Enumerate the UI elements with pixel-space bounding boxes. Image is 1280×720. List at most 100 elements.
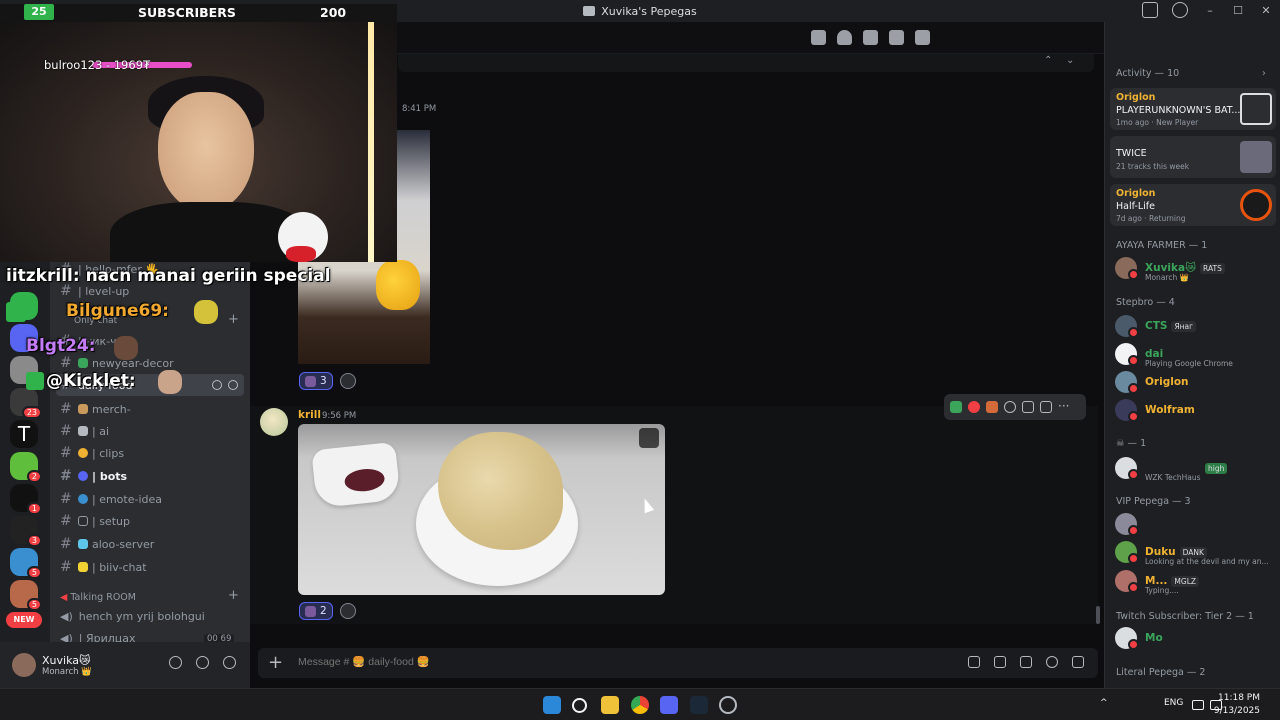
album-art-icon — [1240, 141, 1272, 173]
voice-category[interactable]: ◀ Talking ROOM — [60, 592, 136, 603]
message-timestamp: 9:56 PM — [322, 411, 357, 421]
member-row[interactable]: Mo — [1115, 626, 1163, 650]
chrome-icon[interactable] — [631, 696, 649, 714]
members-icon[interactable] — [889, 30, 904, 45]
member-row[interactable]: Wolfram — [1115, 398, 1195, 422]
message-input[interactable] — [298, 656, 798, 668]
headphones-icon[interactable] — [196, 656, 209, 669]
avatar — [1115, 399, 1139, 422]
app-icon[interactable] — [719, 696, 737, 714]
activity-title: Half-Life — [1116, 201, 1155, 212]
badge-icon — [26, 372, 44, 390]
pin-icon[interactable] — [863, 30, 878, 45]
voice-channel-hench[interactable]: ◀) hench ym yrij bolohgui — [60, 610, 205, 623]
threads-icon[interactable] — [811, 30, 826, 45]
settings-icon[interactable] — [228, 380, 238, 390]
server-icon-8[interactable]: 3 — [10, 516, 42, 547]
message-image[interactable] — [298, 424, 665, 595]
activity-card[interactable]: Origlon Half-Life 7d ago · Returning — [1110, 184, 1276, 226]
chevron-down-icon[interactable]: ⌄ — [1066, 55, 1074, 66]
server-icon-9[interactable]: 5 — [10, 548, 42, 579]
reaction-chip[interactable]: 3 — [299, 372, 333, 390]
windows-start-icon[interactable] — [543, 696, 561, 714]
wifi-icon[interactable] — [1192, 700, 1204, 710]
microphone-icon[interactable] — [169, 656, 182, 669]
gif-icon[interactable] — [994, 656, 1006, 668]
file-explorer-icon[interactable] — [601, 696, 619, 714]
message-author[interactable]: krill — [298, 409, 321, 421]
discord-icon[interactable] — [660, 696, 678, 714]
channel-aloo-server[interactable]: # aloo-server — [50, 533, 250, 555]
language-indicator[interactable]: ENG — [1164, 698, 1183, 708]
channel-clips[interactable]: # | clips — [50, 442, 250, 464]
avatar[interactable] — [260, 408, 288, 436]
inbox-icon[interactable] — [915, 30, 930, 45]
reply-icon[interactable] — [1022, 401, 1034, 413]
member-row[interactable]: CTS Янаг — [1115, 314, 1197, 338]
member-row[interactable]: dai Playing Google Chrome — [1115, 342, 1233, 368]
channel-ai[interactable]: # | ai — [50, 420, 250, 442]
gear-icon[interactable] — [223, 656, 236, 669]
steam-icon[interactable] — [690, 696, 708, 714]
new-servers-pill[interactable]: NEW — [6, 612, 42, 628]
channel-biiv-chat[interactable]: # | biiv-chat — [50, 556, 250, 578]
forward-icon[interactable] — [1040, 401, 1052, 413]
close-button[interactable]: ✕ — [1252, 0, 1280, 22]
clock[interactable]: 11:18 PM 9/13/2025 — [1214, 692, 1260, 718]
activity-header[interactable]: Activity — 10 › — [1116, 68, 1266, 79]
minimize-button[interactable]: – — [1196, 0, 1224, 22]
upload-plus-icon[interactable]: + — [268, 652, 283, 673]
add-reaction-icon[interactable] — [340, 603, 356, 619]
overlay-chat-user: Blgt24: — [26, 336, 96, 356]
channel-emote-idea[interactable]: # | emote-idea — [50, 488, 250, 510]
jump-to-present-bar[interactable]: ⌃ ⌄ — [398, 54, 1094, 72]
add-reaction-icon[interactable] — [1004, 401, 1016, 413]
member-row[interactable]: Origlon — [1115, 370, 1189, 394]
message-author-name[interactable]: krill — [298, 409, 321, 421]
server-icon-7[interactable]: 1 — [10, 484, 42, 515]
frog-emoji-icon[interactable] — [950, 401, 962, 413]
image-apps-icon[interactable] — [639, 428, 659, 448]
more-icon[interactable]: ··· — [1058, 400, 1070, 413]
member-row[interactable]: Duku DANK Looking at the devil and my an… — [1115, 540, 1269, 566]
add-member-icon[interactable] — [212, 380, 222, 390]
reaction-chip[interactable]: 2 — [299, 602, 333, 620]
clock-time: 11:18 PM — [1218, 693, 1260, 703]
activity-card[interactable]: Origlon PLAYERUNKNOWN'S BAT... 1mo ago ·… — [1110, 88, 1276, 130]
server-icon-10[interactable]: 5 — [10, 580, 42, 611]
chevron-up-icon[interactable]: ⌃ — [1044, 55, 1052, 66]
member-row[interactable]: high WZK TechHaus — [1115, 456, 1228, 482]
add-reaction-icon[interactable] — [340, 373, 356, 389]
search-icon[interactable] — [572, 698, 587, 713]
gift-icon[interactable] — [968, 656, 980, 668]
avatar[interactable] — [12, 653, 36, 677]
server-icon-4[interactable]: 23 — [10, 388, 42, 419]
activity-card[interactable]: TWICE 21 tracks this week — [1110, 136, 1276, 178]
inbox-icon[interactable] — [1142, 2, 1158, 18]
emoji-icon[interactable] — [1046, 656, 1058, 668]
heart-icon[interactable] — [968, 401, 980, 413]
tray-chevron-icon[interactable]: ^ — [1100, 698, 1108, 708]
add-channel-icon[interactable]: + — [228, 588, 239, 603]
server-icon-6[interactable]: 2 — [10, 452, 42, 483]
channel-merch[interactable]: # merch- — [50, 398, 250, 420]
channel-bots[interactable]: # | bots — [50, 465, 250, 487]
member-row[interactable]: M... MGLZ Typing.... — [1115, 569, 1200, 595]
message-composer: + — [258, 648, 1098, 678]
voice-category-label: Talking ROOM — [70, 592, 136, 603]
server-icon-5[interactable]: T — [10, 420, 38, 448]
channel-setup[interactable]: # | setup — [50, 510, 250, 532]
cat-emoji-icon[interactable] — [986, 401, 998, 413]
role-header: Stepbro — 4 — [1116, 297, 1175, 308]
apps-icon[interactable] — [1072, 656, 1084, 668]
bell-icon[interactable] — [837, 30, 852, 45]
chevron-right-icon[interactable]: › — [1262, 68, 1266, 79]
member-row[interactable]: Xuvika😿 RATS Monarch 👑 — [1115, 256, 1225, 282]
sticker-icon[interactable] — [1020, 656, 1032, 668]
scrollbar-thumb[interactable] — [1096, 606, 1100, 624]
add-channel-icon[interactable]: + — [228, 312, 239, 327]
help-icon[interactable] — [1172, 2, 1188, 18]
maximize-button[interactable]: ☐ — [1224, 0, 1252, 22]
robot-icon — [78, 426, 88, 436]
member-row[interactable] — [1115, 512, 1145, 536]
